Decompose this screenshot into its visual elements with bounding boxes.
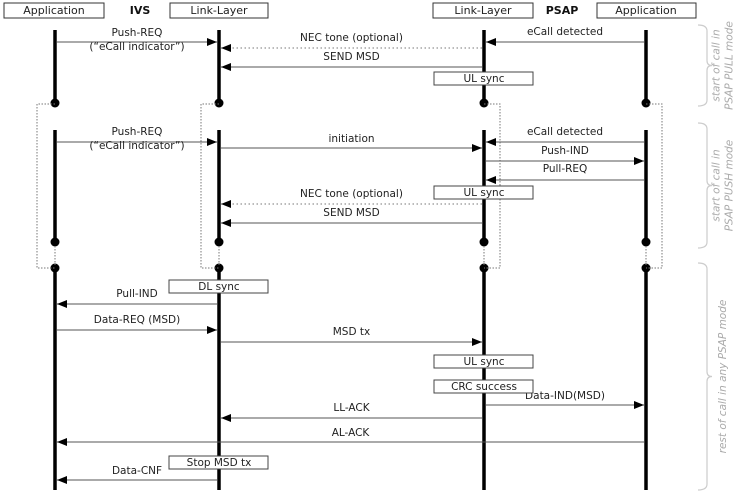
lifeline-end-dot <box>479 237 489 247</box>
psap-label: PSAP <box>546 4 579 17</box>
message-label: NEC tone (optional) <box>300 32 403 44</box>
state-box-label: Stop MSD tx <box>187 457 252 469</box>
lifeline-end-dot <box>641 98 651 108</box>
state-box-ul-sync: UL sync <box>433 71 534 86</box>
ivs-label: IVS <box>130 4 151 17</box>
message-ecall-detected: eCall detected <box>486 126 644 146</box>
message-label: LL-ACK <box>333 402 370 414</box>
lifeline-end-dot <box>50 237 60 247</box>
message-pull-req: Pull-REQ <box>486 163 644 184</box>
message-label: MSD tx <box>333 326 370 338</box>
participant-psap-application: Application <box>615 4 676 17</box>
message-label: SEND MSD <box>323 51 379 63</box>
message-label: Data-REQ (MSD) <box>94 314 180 326</box>
message-initiation: initiation <box>221 133 482 152</box>
message-label: NEC tone (optional) <box>300 188 403 200</box>
message-label: eCall detected <box>527 126 603 138</box>
message-nec-tone-optional: NEC tone (optional) <box>221 32 482 52</box>
message-label: Data-CNF <box>112 465 162 477</box>
message-msd-tx: MSD tx <box>221 326 482 346</box>
phase-label: rest of call in any PSAP mode <box>717 300 729 454</box>
state-box-label: DL sync <box>198 281 240 293</box>
state-box-label: UL sync <box>464 187 505 199</box>
message-sublabel: (“eCall indicator”) <box>89 140 184 152</box>
participant-psap-link-layer: Link-Layer <box>454 4 512 17</box>
message-label: Push-REQ <box>112 27 163 39</box>
state-box-stop-msd-tx: Stop MSD tx <box>168 455 269 470</box>
state-box-label: UL sync <box>464 73 505 85</box>
diagram-canvas: Application IVS Link-Layer Link-Layer PS… <box>3 2 736 491</box>
message-label: Pull-IND <box>116 288 157 300</box>
phase-brace: rest of call in any PSAP mode <box>697 262 729 491</box>
phase-label: PSAP PULL mode <box>724 21 736 110</box>
message-label: Push-IND <box>541 145 589 157</box>
phase-label: start of call in <box>711 149 723 221</box>
sequence-diagram: Application IVS Link-Layer Link-Layer PS… <box>0 0 751 503</box>
message-label: Pull-REQ <box>543 163 588 175</box>
state-box-ul-sync: UL sync <box>433 185 534 200</box>
participant-ivs-application: Application <box>23 4 84 17</box>
message-label: SEND MSD <box>323 207 379 219</box>
message-ecall-detected: eCall detected <box>486 26 644 46</box>
message-push-ind: Push-IND <box>486 145 644 165</box>
lifeline-end-dot <box>214 237 224 247</box>
message-data-req-msd: Data-REQ (MSD) <box>57 314 217 334</box>
phase-brace: start of call in PSAP PULL mode <box>697 21 736 110</box>
message-label: Push-REQ <box>112 126 163 138</box>
message-sublabel: (“eCall indicator”) <box>89 41 184 53</box>
lifeline-end-dot <box>50 98 60 108</box>
message-push-req: Push-REQ (“eCall indicator”) <box>57 27 217 53</box>
message-push-req: Push-REQ (“eCall indicator”) <box>57 126 217 152</box>
message-send-msd: SEND MSD <box>221 207 482 227</box>
phase-label: start of call in <box>711 29 723 101</box>
lifeline-end-dot <box>479 98 489 108</box>
message-label: Data-IND(MSD) <box>525 390 605 402</box>
state-box-dl-sync: DL sync <box>168 279 269 294</box>
message-al-ack: AL-ACK <box>57 427 644 446</box>
lifeline-end-dot <box>641 237 651 247</box>
state-box-crc-success: CRC success <box>433 379 534 394</box>
message-ll-ack: LL-ACK <box>221 402 482 422</box>
brace-icon <box>697 262 713 491</box>
message-label: eCall detected <box>527 26 603 38</box>
phase-brace: start of call in PSAP PUSH mode <box>697 122 736 249</box>
lifeline-end-dot <box>214 98 224 108</box>
message-label: AL-ACK <box>332 427 371 439</box>
state-box-label: UL sync <box>464 356 505 368</box>
phase-label: PSAP PUSH mode <box>724 140 736 232</box>
participant-ivs-link-layer: Link-Layer <box>190 4 248 17</box>
message-send-msd: SEND MSD <box>221 51 482 71</box>
state-box-ul-sync: UL sync <box>433 354 534 369</box>
state-box-label: CRC success <box>451 381 517 393</box>
message-label: initiation <box>328 133 374 145</box>
